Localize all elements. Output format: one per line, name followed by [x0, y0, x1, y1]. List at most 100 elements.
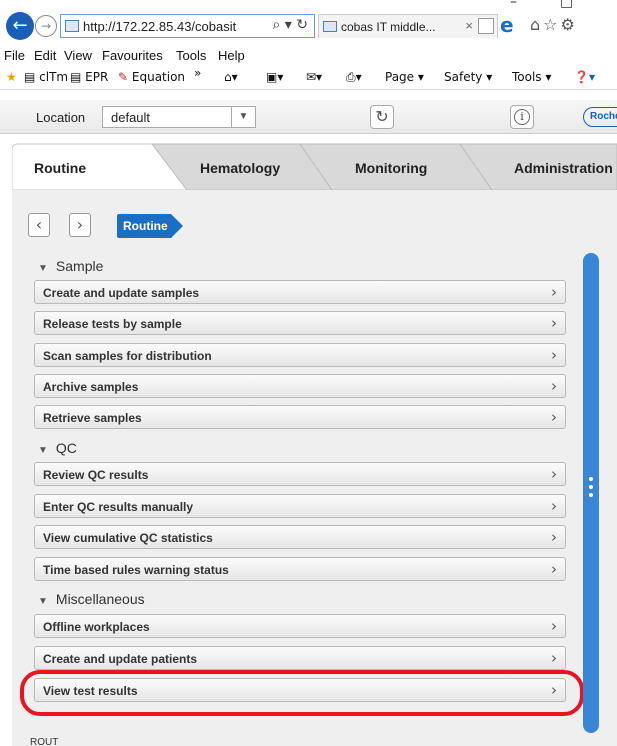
- menu-item-release-tests-by-sample[interactable]: Release tests by sample ›: [34, 311, 566, 335]
- new-tab-button[interactable]: [478, 18, 494, 34]
- menu-view[interactable]: View: [64, 48, 92, 63]
- chevron-right-icon: ›: [551, 617, 557, 635]
- menu-item-offline-workplaces[interactable]: Offline workplaces ›: [34, 614, 566, 638]
- chevron-left-icon: ‹: [35, 215, 43, 234]
- section-miscellaneous-header[interactable]: ▼ Miscellaneous: [38, 591, 145, 607]
- tab-hematology-label: Hematology: [200, 160, 281, 176]
- menu-item-review-qc-results[interactable]: Review QC results ›: [34, 462, 566, 486]
- triangle-down-icon: ▼: [38, 263, 48, 274]
- item-label: View test results: [43, 684, 138, 698]
- url-text[interactable]: http://172.22.85.43/cobasit: [83, 19, 236, 34]
- tab-administration-label: Administration: [514, 160, 613, 176]
- equation-icon: ✎: [118, 70, 129, 84]
- menu-item-scan-samples[interactable]: Scan samples for distribution ›: [34, 343, 566, 367]
- refresh-button[interactable]: ↻: [370, 105, 394, 129]
- triangle-down-icon: ▼: [38, 596, 48, 607]
- section-qc-title: QC: [55, 440, 77, 456]
- item-label: Offline workplaces: [43, 620, 150, 634]
- chevron-right-icon: ›: [551, 408, 557, 426]
- command-page[interactable]: Page ▾: [385, 70, 424, 84]
- scroll-grip-icon[interactable]: [589, 477, 593, 507]
- section-sample-header[interactable]: ▼ Sample: [38, 258, 103, 274]
- main-tabstrip: Routine Hematology Monitoring Administra…: [12, 142, 617, 190]
- menu-favourites[interactable]: Favourites: [102, 48, 163, 63]
- forward-button[interactable]: →: [35, 15, 57, 37]
- vertical-scrollbar[interactable]: [583, 253, 599, 733]
- menu-item-view-test-results[interactable]: View test results ›: [34, 678, 566, 702]
- item-label: Create and update patients: [43, 652, 198, 666]
- search-refresh-icons[interactable]: ⌕ ▾ ↻: [273, 17, 309, 33]
- breadcrumb-arrow: [171, 214, 183, 238]
- maximize-button[interactable]: □: [560, 0, 573, 10]
- menu-item-time-based-rules[interactable]: Time based rules warning status ›: [34, 557, 566, 581]
- command-safety[interactable]: Safety ▾: [444, 70, 492, 84]
- minimize-button[interactable]: –: [510, 0, 517, 10]
- favourite-equation[interactable]: ✎ Equation: [118, 70, 185, 84]
- home-star-gear-icons[interactable]: ⌂☆⚙: [530, 15, 578, 34]
- menu-item-retrieve-samples[interactable]: Retrieve samples ›: [34, 405, 566, 429]
- routine-panel: ‹ › Routine ▼ Sample Create and update sa…: [12, 190, 617, 746]
- info-icon: i: [514, 109, 530, 125]
- menu-item-create-update-samples[interactable]: Create and update samples ›: [34, 280, 566, 304]
- tab-favicon-icon: [323, 21, 337, 32]
- nav-forward-button[interactable]: ›: [69, 213, 91, 237]
- location-select[interactable]: default ▼: [102, 106, 256, 128]
- favourite-cltm[interactable]: ▤ clTm: [24, 70, 68, 84]
- browser-address-row: ← → http://172.22.85.43/cobasit ⌕ ▾ ↻ co…: [0, 10, 617, 44]
- chevron-right-icon: ›: [551, 528, 557, 546]
- chevron-right-icon: ›: [551, 377, 557, 395]
- back-button[interactable]: ←: [6, 12, 34, 40]
- location-bar: Location default ▼ ↻ i Roche: [0, 100, 617, 134]
- favourite-epr-label: EPR: [85, 70, 109, 84]
- window-titlebar: – □ ^: [0, 0, 617, 10]
- home-icon[interactable]: ⌂▾: [224, 70, 238, 84]
- section-qc-header[interactable]: ▼ QC: [38, 440, 77, 456]
- internet-explorer-icon: e: [500, 13, 514, 37]
- breadcrumb-routine: Routine: [117, 214, 171, 238]
- location-label: Location: [36, 110, 86, 125]
- info-button[interactable]: i: [510, 105, 534, 129]
- menu-help[interactable]: Help: [218, 48, 245, 63]
- print-icon[interactable]: ⎙▾: [346, 70, 362, 85]
- chevron-down-icon[interactable]: ▼: [231, 107, 255, 127]
- item-label: Scan samples for distribution: [43, 349, 212, 363]
- item-label: View cumulative QC statistics: [43, 531, 213, 545]
- item-label: Review QC results: [43, 468, 149, 482]
- menu-tools[interactable]: Tools: [176, 48, 206, 63]
- chevron-right-icon: ›: [551, 283, 557, 301]
- menu-item-enter-qc-results[interactable]: Enter QC results manually ›: [34, 494, 566, 518]
- chevron-right-icon: ›: [551, 465, 557, 483]
- screen-code: ROUT: [30, 737, 59, 746]
- command-tools[interactable]: Tools ▾: [512, 70, 551, 84]
- mail-icon[interactable]: ✉▾: [306, 70, 322, 84]
- help-icon[interactable]: ❓▾: [574, 70, 595, 84]
- menu-file[interactable]: File: [4, 48, 25, 63]
- triangle-down-icon: ▼: [38, 445, 48, 456]
- favourite-epr[interactable]: ▤ EPR: [70, 70, 108, 84]
- chevron-right-icon: ›: [551, 649, 557, 667]
- tab-close-icon[interactable]: ×: [465, 18, 473, 33]
- item-label: Enter QC results manually: [43, 500, 194, 514]
- close-window-button[interactable]: ^: [605, 0, 617, 10]
- chevron-right-icon: ›: [551, 497, 557, 515]
- menu-item-create-update-patients[interactable]: Create and update patients ›: [34, 646, 566, 670]
- refresh-icon: ↻: [375, 107, 389, 126]
- browser-tab[interactable]: cobas IT middle... ×: [318, 14, 498, 38]
- tab-routine-label: Routine: [34, 160, 87, 176]
- favourites-star-icon[interactable]: ★: [6, 70, 17, 84]
- nav-back-button[interactable]: ‹: [28, 213, 50, 237]
- menu-item-archive-samples[interactable]: Archive samples ›: [34, 374, 566, 398]
- menu-item-cumulative-qc-statistics[interactable]: View cumulative QC statistics ›: [34, 525, 566, 549]
- menu-edit[interactable]: Edit: [34, 48, 56, 63]
- location-value: default: [111, 110, 151, 125]
- tab-title: cobas IT middle...: [341, 20, 436, 34]
- chevron-right-icon: ›: [76, 215, 84, 234]
- arrow-left-icon: ←: [12, 15, 28, 36]
- favourites-overflow[interactable]: »: [194, 66, 201, 80]
- item-label: Archive samples: [43, 380, 139, 394]
- address-bar[interactable]: http://172.22.85.43/cobasit ⌕ ▾ ↻: [60, 14, 315, 38]
- feeds-icon[interactable]: ▣▾: [266, 70, 283, 84]
- menu-bar: File Edit View Favourites Tools Help: [0, 44, 617, 66]
- favourites-bar: ★ ▤ clTm ▤ EPR ✎ Equation » ⌂▾ ▣▾ ✉▾ ⎙▾ …: [0, 66, 617, 90]
- item-label: Release tests by sample: [43, 317, 182, 331]
